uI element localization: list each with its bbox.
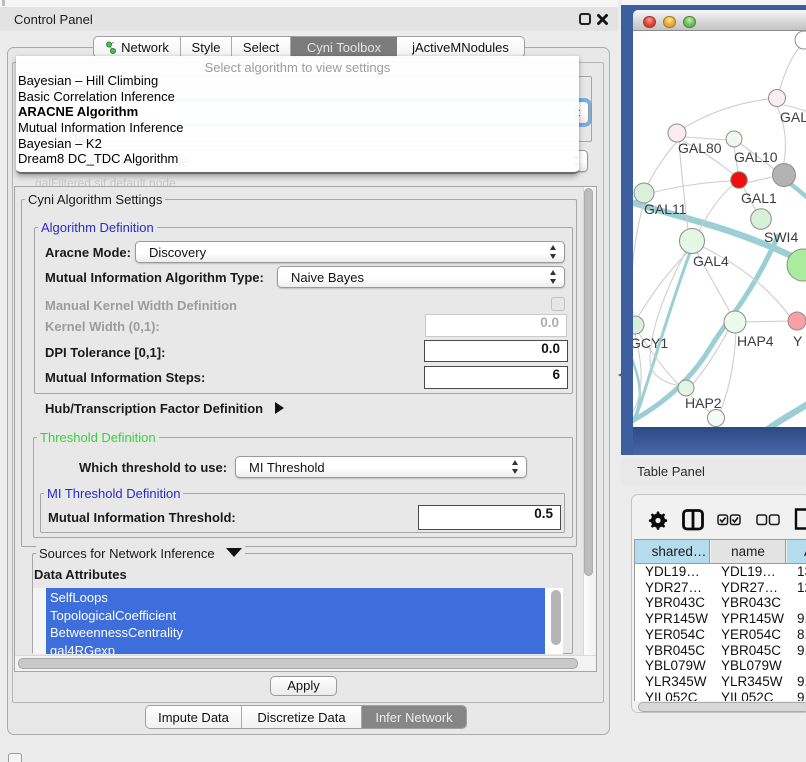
svg-text:GAL: GAL bbox=[780, 109, 806, 125]
svg-text:GAL10: GAL10 bbox=[734, 149, 778, 165]
svg-text:GAL80: GAL80 bbox=[678, 140, 722, 156]
svg-text:HAP4: HAP4 bbox=[737, 333, 774, 349]
svg-text:GCY1: GCY1 bbox=[633, 335, 668, 351]
svg-text:SWI4: SWI4 bbox=[764, 229, 798, 245]
svg-text:GAL1: GAL1 bbox=[741, 190, 777, 206]
svg-text:Y: Y bbox=[793, 333, 803, 349]
svg-text:GAL4: GAL4 bbox=[693, 253, 729, 269]
svg-text:HAP2: HAP2 bbox=[685, 395, 722, 411]
svg-text:GAL11: GAL11 bbox=[644, 201, 687, 217]
